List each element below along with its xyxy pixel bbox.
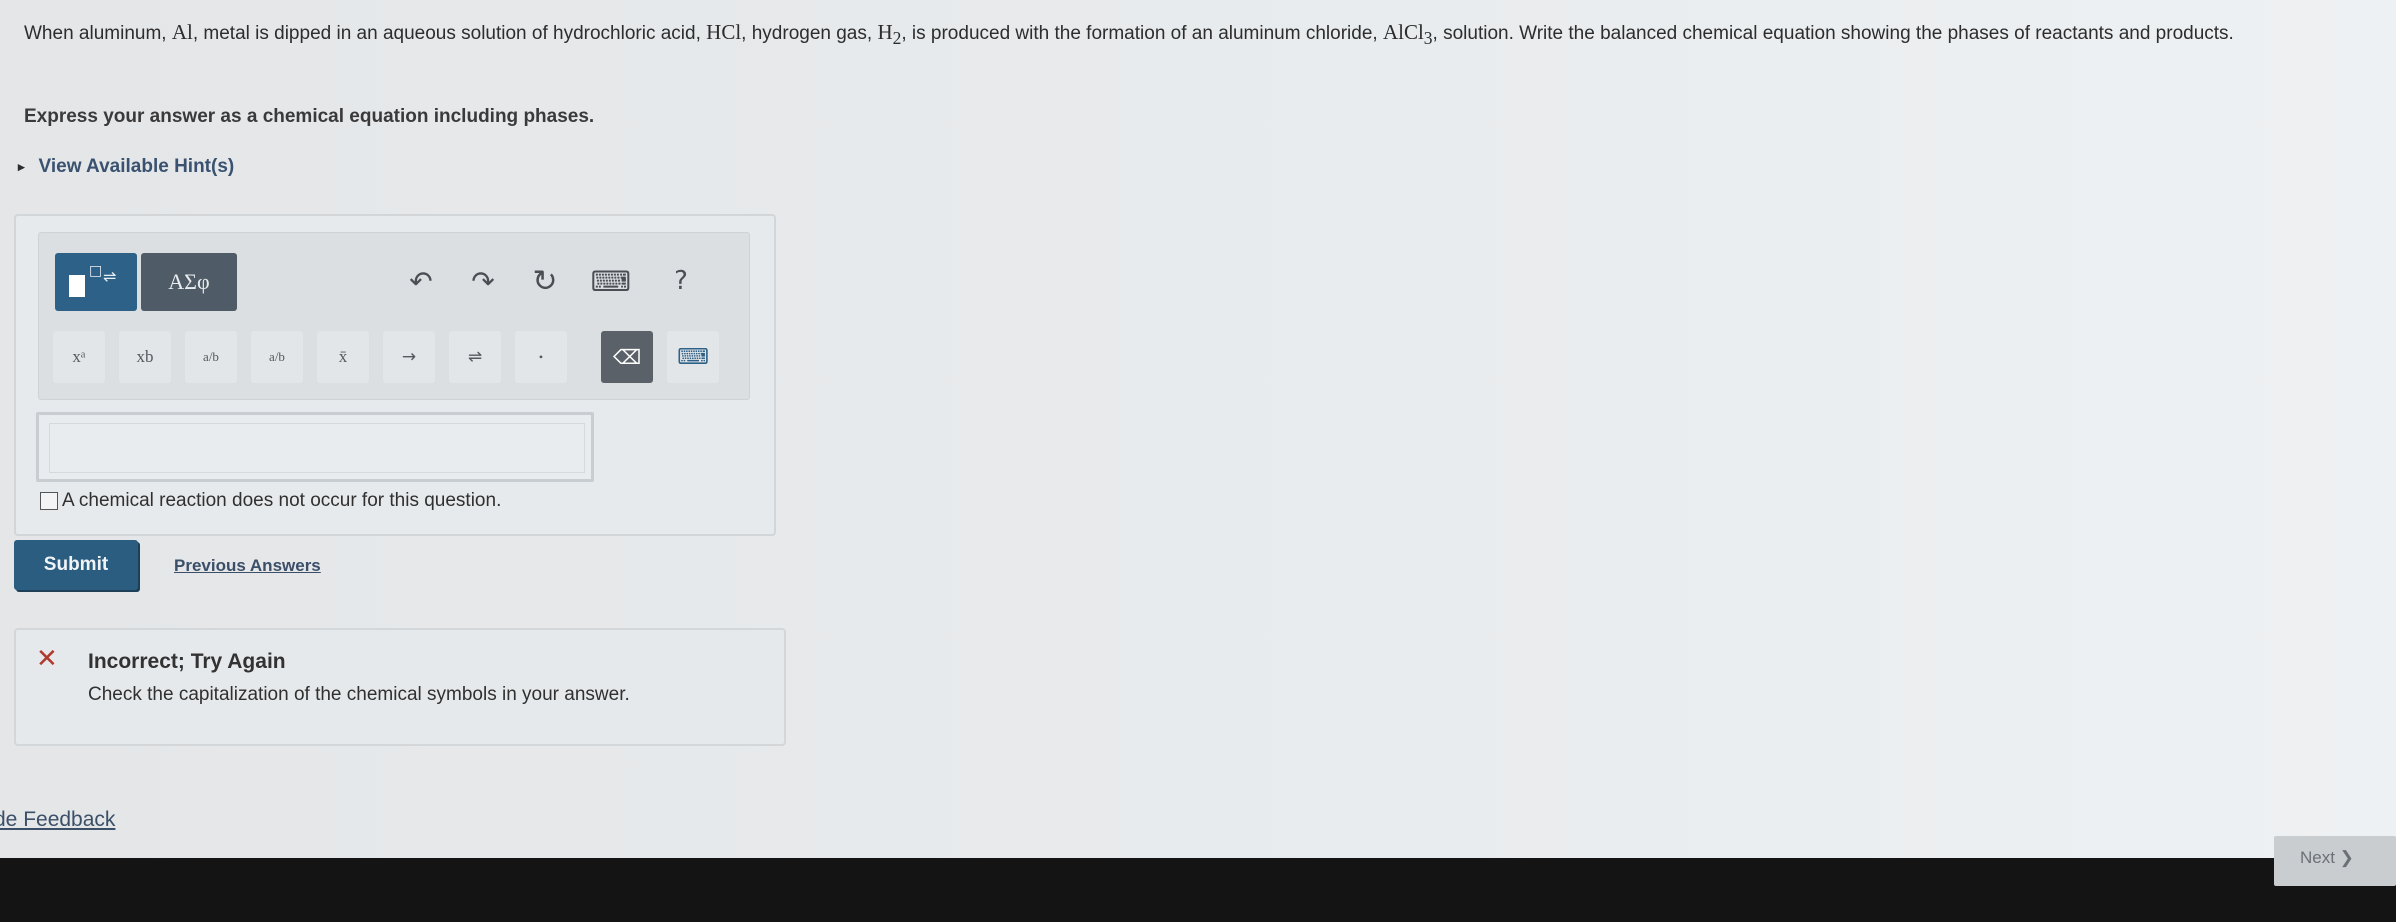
previous-answers-link[interactable]: Previous Answers	[174, 556, 321, 576]
answer-input[interactable]	[36, 412, 594, 482]
hint-label: View Available Hint(s)	[38, 156, 235, 177]
feedback-message: Check the capitalization of the chemical…	[88, 684, 630, 705]
submit-button[interactable]: Submit	[14, 540, 138, 590]
fraction-button[interactable]: a/b	[185, 331, 237, 383]
question-text: When aluminum, Al, metal is dipped in an…	[24, 20, 2234, 49]
help-icon[interactable]: ?	[661, 259, 701, 303]
incorrect-icon: ✕	[36, 644, 58, 674]
template-sup-icon: □	[89, 263, 103, 279]
overline-button[interactable]: x̄	[317, 331, 369, 383]
chem-al: Al	[171, 20, 193, 44]
templates-button[interactable]: □ ⇌	[55, 253, 137, 311]
keyboard-shortcuts-icon[interactable]: ⌨	[589, 259, 633, 303]
fraction-alt-button[interactable]: a/b	[251, 331, 303, 383]
chem-alcl3: AlCl3	[1382, 20, 1433, 49]
superscript-button[interactable]: xᵃ	[53, 331, 105, 383]
greek-symbols-button[interactable]: ΑΣφ	[141, 253, 237, 311]
screen-bezel	[0, 858, 2396, 922]
equilibrium-arrow-button[interactable]: ⇌	[449, 331, 501, 383]
redo-icon[interactable]: ↷	[463, 259, 503, 303]
no-reaction-option[interactable]: A chemical reaction does not occur for t…	[40, 490, 501, 512]
provide-feedback-link[interactable]: de Feedback	[0, 808, 115, 832]
math-toolbar: □ ⇌ ΑΣφ ↶ ↷ ↻ ⌨ ? xᵃ xb a/b a/b x̄ → ⇌ •…	[38, 232, 750, 400]
template-arrow-icon: ⇌	[103, 267, 117, 286]
no-reaction-label: A chemical reaction does not occur for t…	[62, 490, 502, 511]
chem-hcl: HCl	[706, 20, 742, 44]
chem-h2: H2	[877, 20, 902, 49]
dot-button[interactable]: •	[515, 331, 567, 383]
next-label: Next ❯	[2300, 848, 2354, 867]
undo-icon[interactable]: ↶	[401, 259, 441, 303]
feedback-title: Incorrect; Try Again	[88, 650, 286, 673]
reset-icon[interactable]: ↻	[525, 259, 565, 303]
delete-button[interactable]: ⌫	[601, 331, 653, 383]
view-hints-toggle[interactable]: ▸ View Available Hint(s)	[18, 156, 234, 178]
keypad-button[interactable]: ⌨	[667, 331, 719, 383]
no-reaction-checkbox[interactable]	[40, 492, 58, 510]
instruction-text: Express your answer as a chemical equati…	[24, 106, 595, 127]
expand-triangle-icon: ▸	[18, 159, 25, 174]
template-box-icon	[69, 275, 85, 297]
subscript-button[interactable]: xb	[119, 331, 171, 383]
reaction-arrow-button[interactable]: →	[383, 331, 435, 383]
